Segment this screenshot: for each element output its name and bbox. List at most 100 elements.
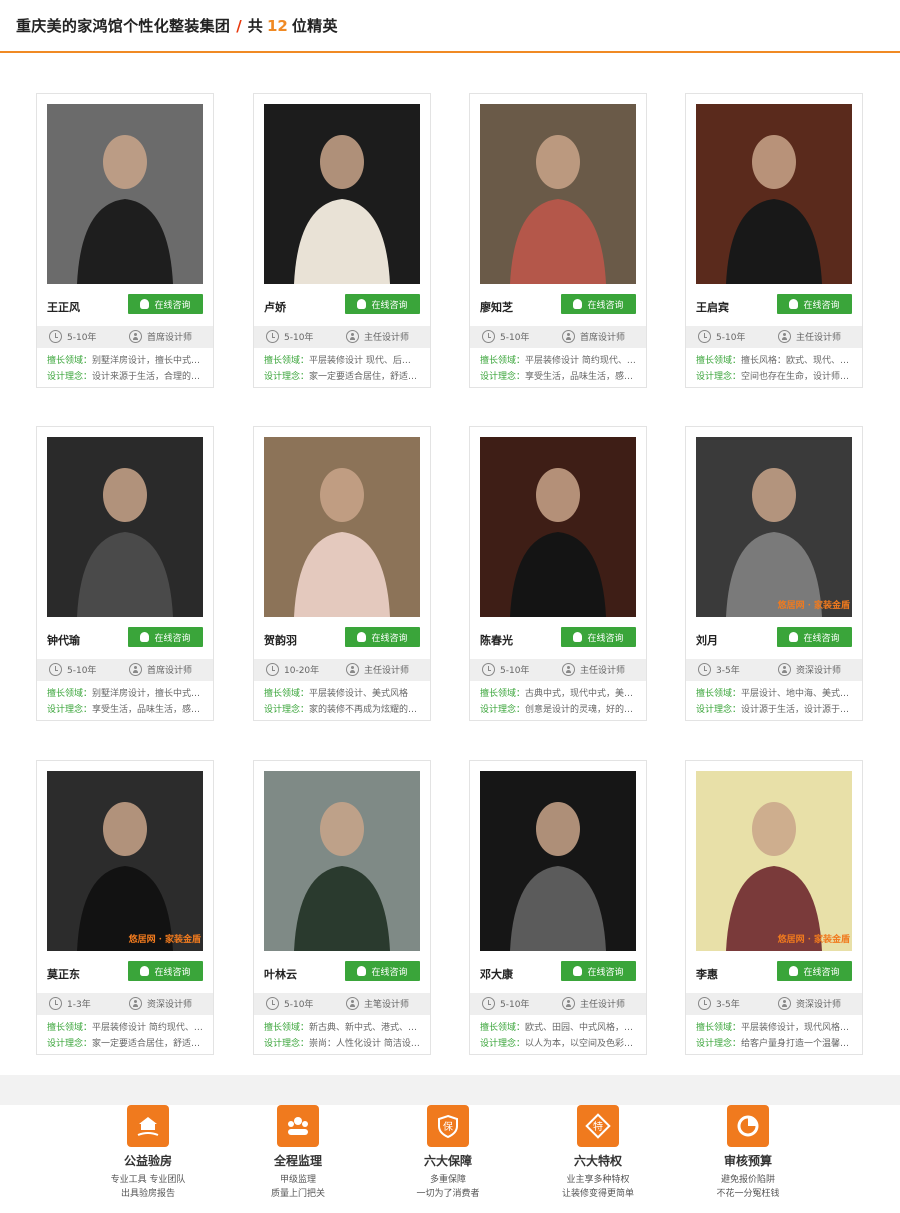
designer-card[interactable]: 叶林云 在线咨询 5-10年 主笔设计师 擅长领域：新古典、新中式、港式、… 设…: [253, 760, 431, 1055]
designer-photo[interactable]: [264, 437, 420, 617]
specialty-line: 擅长领域：欧式、田园、中式风格，…: [480, 1020, 640, 1033]
online-consult-button[interactable]: 在线咨询: [128, 627, 203, 647]
specialty-value: 欧式、田园、中式风格，…: [525, 1023, 634, 1033]
philosophy-line: 设计理念：家的装修不再成为炫耀的…: [264, 702, 424, 715]
philosophy-value: 空间也存在生命，设计师…: [741, 372, 850, 382]
experience-value: 5-10年: [67, 333, 97, 343]
philosophy-label: 设计理念：: [696, 1039, 742, 1049]
chat-icon: [573, 966, 583, 976]
online-consult-button[interactable]: 在线咨询: [345, 961, 420, 981]
person-icon: [778, 997, 791, 1010]
experience: 5-10年: [482, 330, 529, 343]
service-desc: 业主享多种特权 让装修变得更简单: [523, 1173, 673, 1201]
team-icon: [277, 1105, 319, 1147]
online-consult-button[interactable]: 在线咨询: [561, 627, 636, 647]
specialty-value: 别墅洋房设计，擅长中式…: [92, 689, 201, 699]
online-consult-button[interactable]: 在线咨询: [345, 627, 420, 647]
designer-card[interactable]: 卢娇 在线咨询 5-10年 主任设计师 擅长领域：平层装修设计 现代、后… 设计…: [253, 93, 431, 388]
person-icon: [778, 330, 791, 343]
specialty-line: 擅长领域：平层装修设计 简约现代、…: [480, 353, 640, 366]
designer-card[interactable]: 贺韵羽 在线咨询 10-20年 主任设计师 擅长领域：平层装修设计、美式风格 设…: [253, 426, 431, 721]
designer-photo[interactable]: [47, 437, 203, 617]
designer-photo[interactable]: [480, 437, 636, 617]
consult-label: 在线咨询: [154, 633, 191, 644]
level-value: 资深设计师: [147, 1000, 193, 1010]
philosophy-line: 设计理念：家一定要适合居住，舒适…: [264, 369, 424, 382]
experience: 5-10年: [482, 663, 529, 676]
clock-icon: [266, 997, 279, 1010]
designer-photo[interactable]: [696, 104, 852, 284]
designer-card[interactable]: 钟代瑜 在线咨询 5-10年 首席设计师 擅长领域：别墅洋房设计，擅长中式… 设…: [36, 426, 214, 721]
service-item[interactable]: 保 六大保障 多重保障 一切为了消费者: [373, 1105, 523, 1201]
designer-meta: 5-10年 主任设计师: [254, 326, 430, 348]
philosophy-label: 设计理念：: [264, 705, 310, 715]
designer-photo[interactable]: [480, 104, 636, 284]
designer-photo[interactable]: [480, 771, 636, 951]
specialty-line: 擅长领域：平层装修设计，现代风格…: [696, 1020, 856, 1033]
designer-card[interactable]: 陈春光 在线咨询 5-10年 主任设计师 擅长领域：古典中式，现代中式，美… 设…: [469, 426, 647, 721]
service-desc: 多重保障 一切为了消费者: [373, 1173, 523, 1201]
designer-photo[interactable]: 悠居网 · 家装金盾: [696, 771, 852, 951]
online-consult-button[interactable]: 在线咨询: [777, 627, 852, 647]
online-consult-button[interactable]: 在线咨询: [128, 294, 203, 314]
specialty-line: 擅长领域：别墅洋房设计，擅长中式…: [47, 686, 207, 699]
online-consult-button[interactable]: 在线咨询: [128, 961, 203, 981]
specialty-value: 平层装修设计，现代风格…: [741, 1023, 850, 1033]
service-item[interactable]: 全程监理 甲级监理 质量上门把关: [223, 1105, 373, 1201]
designer-card[interactable]: 廖知芝 在线咨询 5-10年 首席设计师 擅长领域：平层装修设计 简约现代、… …: [469, 93, 647, 388]
philosophy-label: 设计理念：: [480, 1039, 526, 1049]
service-desc-line2: 一切为了消费者: [416, 1189, 480, 1199]
online-consult-button[interactable]: 在线咨询: [561, 294, 636, 314]
philosophy-label: 设计理念：: [264, 372, 310, 382]
service-item[interactable]: 特 六大特权 业主享多种特权 让装修变得更简单: [523, 1105, 673, 1201]
consult-label: 在线咨询: [803, 633, 840, 644]
experience-value: 5-10年: [500, 333, 530, 343]
level-value: 主任设计师: [580, 1000, 626, 1010]
online-consult-button[interactable]: 在线咨询: [777, 294, 852, 314]
designer-photo[interactable]: [264, 104, 420, 284]
designer-name: 王启宾: [696, 301, 729, 314]
designer-photo[interactable]: [264, 771, 420, 951]
designer-card[interactable]: 悠居网 · 家装金盾 刘月 在线咨询 3-5年 资深设计师 擅长领域：平层设计、…: [685, 426, 863, 721]
specialty-label: 擅长领域：: [696, 689, 742, 699]
online-consult-button[interactable]: 在线咨询: [777, 961, 852, 981]
philosophy-label: 设计理念：: [696, 372, 742, 382]
philosophy-line: 设计理念：以人为本，以空间及色彩…: [480, 1036, 640, 1049]
service-title: 六大保障: [423, 1154, 472, 1168]
designer-photo[interactable]: 悠居网 · 家装金盾: [696, 437, 852, 617]
specialty-label: 擅长领域：: [47, 689, 93, 699]
clock-icon: [698, 330, 711, 343]
title-separator: /: [236, 16, 242, 35]
specialty-label: 擅长领域：: [47, 356, 93, 366]
person-icon: [562, 663, 575, 676]
designer-name: 李惠: [696, 968, 718, 981]
designer-card[interactable]: 王正风 在线咨询 5-10年 首席设计师 擅长领域：别墅洋房设计，擅长中式… 设…: [36, 93, 214, 388]
designer-card[interactable]: 悠居网 · 家装金盾 莫正东 在线咨询 1-3年 资深设计师 擅长领域：平层装修…: [36, 760, 214, 1055]
specialty-value: 平层设计、地中海、美式…: [741, 689, 850, 699]
online-consult-button[interactable]: 在线咨询: [561, 961, 636, 981]
service-item[interactable]: 公益验房 专业工具 专业团队 出具验房报告: [73, 1105, 223, 1201]
experience-value: 1-3年: [67, 1000, 91, 1010]
designer-name: 邓大康: [480, 968, 513, 981]
experience: 5-10年: [698, 330, 745, 343]
philosophy-value: 设计来源于生活，合理的…: [92, 372, 201, 382]
svg-text:特: 特: [593, 1121, 603, 1133]
designer-level: 主任设计师: [562, 997, 625, 1010]
service-item[interactable]: 审核预算 避免报价陷阱 不花一分冤枉钱: [673, 1105, 823, 1201]
chat-icon: [357, 966, 367, 976]
designer-card[interactable]: 王启宾 在线咨询 5-10年 主任设计师 擅长领域：擅长风格：欧式、现代、… 设…: [685, 93, 863, 388]
service-desc: 甲级监理 质量上门把关: [223, 1173, 373, 1201]
designer-level: 首席设计师: [129, 663, 192, 676]
designer-meta: 5-10年 首席设计师: [37, 326, 213, 348]
designer-photo[interactable]: [47, 104, 203, 284]
designer-meta: 3-5年 资深设计师: [686, 659, 862, 681]
chat-icon: [789, 299, 799, 309]
designer-card[interactable]: 邓大康 在线咨询 5-10年 主任设计师 擅长领域：欧式、田园、中式风格，… 设…: [469, 760, 647, 1055]
designer-card[interactable]: 悠居网 · 家装金盾 李惠 在线咨询 3-5年 资深设计师 擅长领域：平层装修设…: [685, 760, 863, 1055]
philosophy-label: 设计理念：: [264, 1039, 310, 1049]
designer-photo[interactable]: 悠居网 · 家装金盾: [47, 771, 203, 951]
person-icon: [129, 663, 142, 676]
consult-label: 在线咨询: [587, 633, 624, 644]
clock-icon: [482, 330, 495, 343]
online-consult-button[interactable]: 在线咨询: [345, 294, 420, 314]
